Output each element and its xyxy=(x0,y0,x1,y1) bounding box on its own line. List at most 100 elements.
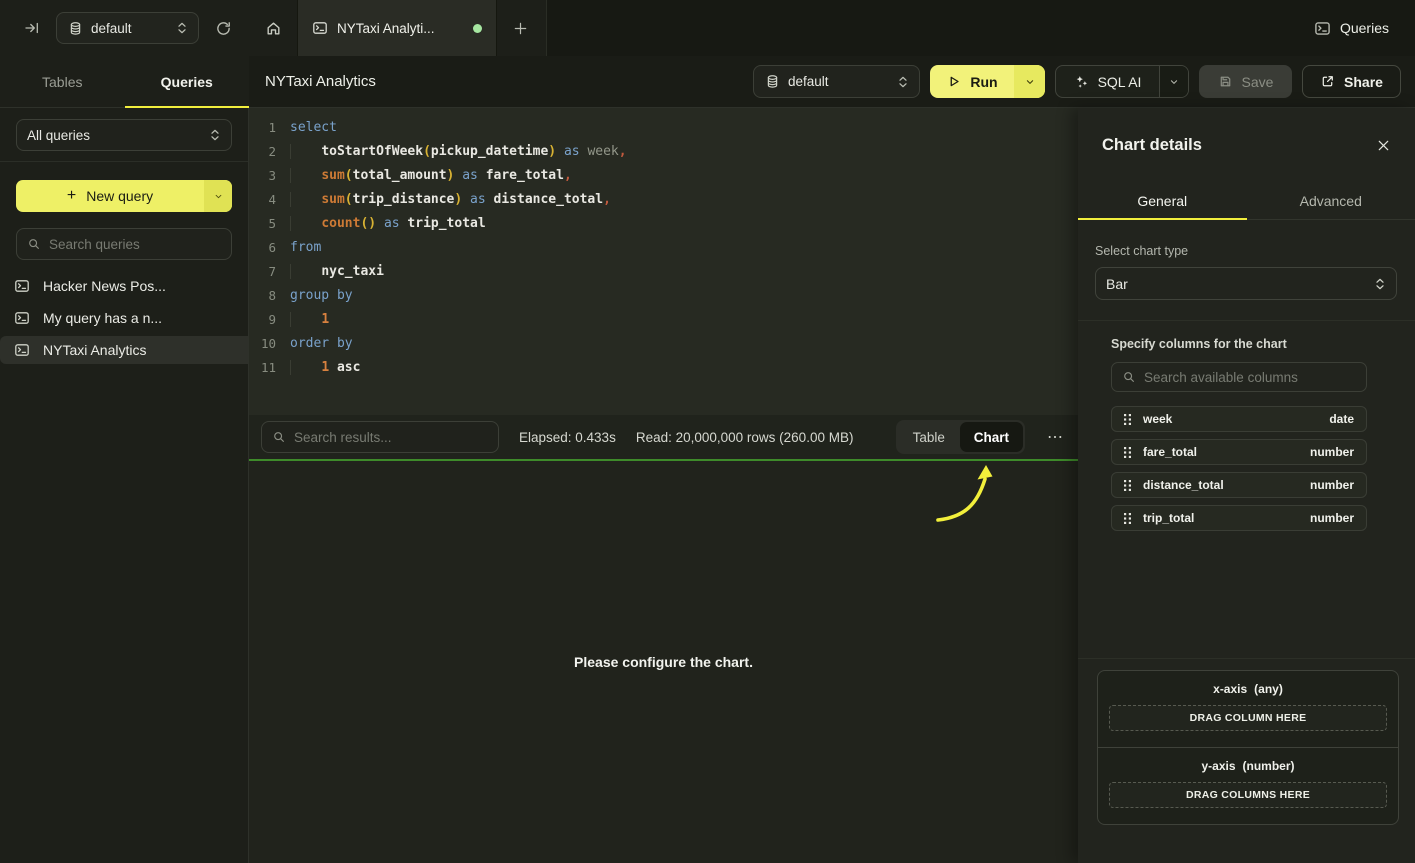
tab-advanced-label: Advanced xyxy=(1300,193,1362,209)
connection-select[interactable]: default xyxy=(56,12,199,44)
share-button[interactable]: Share xyxy=(1302,65,1401,98)
terminal-icon xyxy=(14,310,30,326)
columns-search[interactable] xyxy=(1111,362,1367,392)
columns-section-label: Specify columns for the chart xyxy=(1111,337,1367,351)
refresh-icon[interactable] xyxy=(211,16,235,40)
drag-handle-icon[interactable] xyxy=(1123,479,1132,492)
query-item-label: NYTaxi Analytics xyxy=(43,342,146,358)
tab-queries-label: Queries xyxy=(161,74,213,90)
sidebar-item-query[interactable]: Hacker News Pos... xyxy=(0,272,248,300)
code-line: 6from xyxy=(249,236,1078,260)
run-options-caret[interactable] xyxy=(1014,65,1045,98)
column-type: date xyxy=(1329,412,1354,426)
code-text: nyc_taxi xyxy=(290,260,384,284)
terminal-icon xyxy=(14,278,30,294)
home-tab[interactable] xyxy=(249,0,297,56)
sql-ai-main[interactable]: SQL AI xyxy=(1056,66,1159,97)
close-icon[interactable] xyxy=(1376,138,1391,153)
terminal-icon xyxy=(312,20,328,36)
results-search[interactable] xyxy=(261,421,499,453)
view-tab-chart-label: Chart xyxy=(974,430,1009,445)
panel-tabs: General Advanced xyxy=(1078,182,1415,220)
top-bar-right: Queries xyxy=(546,0,1415,56)
collapse-sidebar-icon[interactable] xyxy=(20,16,44,40)
x-axis-drop-label: DRAG COLUMN HERE xyxy=(1190,712,1307,724)
x-axis-section: x-axis (any) DRAG COLUMN HERE xyxy=(1098,671,1398,748)
new-query-button[interactable]: + New query xyxy=(16,180,232,212)
query-item-label: My query has a n... xyxy=(43,310,162,326)
more-options-icon[interactable]: ⋯ xyxy=(1045,427,1064,447)
code-line: 10order by xyxy=(249,332,1078,356)
chevron-updown-icon xyxy=(897,75,909,89)
code-lines: 1select2 toStartOfWeek(pickup_datetime) … xyxy=(249,116,1078,380)
code-line: 2 toStartOfWeek(pickup_datetime) as week… xyxy=(249,140,1078,164)
query-search[interactable] xyxy=(16,228,232,260)
code-line: 7 nyc_taxi xyxy=(249,260,1078,284)
sidebar-item-query[interactable]: My query has a n... xyxy=(0,304,248,332)
new-tab-button[interactable] xyxy=(497,0,543,56)
sql-ai-caret[interactable] xyxy=(1159,66,1188,97)
share-button-label: Share xyxy=(1344,74,1383,90)
drag-handle-icon[interactable] xyxy=(1123,446,1132,459)
chart-type-label: Select chart type xyxy=(1095,244,1397,258)
y-axis-section: y-axis (number) DRAG COLUMNS HERE xyxy=(1098,748,1398,824)
chevron-updown-icon xyxy=(176,21,188,35)
line-number: 10 xyxy=(249,332,276,356)
results-search-input[interactable] xyxy=(294,430,488,445)
panel-title: Chart details xyxy=(1102,136,1202,155)
view-tab-chart[interactable]: Chart xyxy=(960,422,1023,452)
column-row[interactable]: weekdate xyxy=(1111,406,1367,432)
chart-details-panel: Chart details General Advanced Select ch… xyxy=(1078,108,1415,863)
save-button[interactable]: Save xyxy=(1199,65,1292,98)
tab-advanced[interactable]: Advanced xyxy=(1247,182,1415,219)
column-row[interactable]: trip_totalnumber xyxy=(1111,505,1367,531)
column-row[interactable]: fare_totalnumber xyxy=(1111,439,1367,465)
code-text: 1 xyxy=(290,308,329,332)
line-number: 3 xyxy=(249,164,276,188)
line-number: 6 xyxy=(249,236,276,260)
query-filter-select[interactable]: All queries xyxy=(16,119,232,151)
x-axis-type-hint: (any) xyxy=(1254,682,1283,696)
connection-value: default xyxy=(91,21,168,36)
y-axis-drop-zone[interactable]: DRAG COLUMNS HERE xyxy=(1109,782,1387,808)
search-icon xyxy=(1122,370,1136,384)
tab-tables[interactable]: Tables xyxy=(0,56,125,107)
query-search-input[interactable] xyxy=(49,237,221,252)
new-query-caret[interactable] xyxy=(204,180,232,212)
terminal-icon xyxy=(1314,20,1331,37)
run-button-main[interactable]: Run xyxy=(930,65,1014,98)
code-text: count() as trip_total xyxy=(290,212,486,236)
code-line: 1select xyxy=(249,116,1078,140)
run-button[interactable]: Run xyxy=(930,65,1045,98)
code-text: toStartOfWeek(pickup_datetime) as week, xyxy=(290,140,627,164)
run-connection-select[interactable]: default xyxy=(753,65,920,98)
tab-queries[interactable]: Queries xyxy=(125,56,250,107)
queries-nav-button[interactable]: Queries xyxy=(1314,20,1389,37)
code-line: 4 sum(trip_distance) as distance_total, xyxy=(249,188,1078,212)
chart-type-select[interactable]: Bar xyxy=(1095,267,1397,300)
columns-section: Specify columns for the chart weekdate fa… xyxy=(1078,321,1415,658)
tab-strip: NYTaxi Analyti... xyxy=(249,0,543,56)
query-tab[interactable]: NYTaxi Analyti... xyxy=(297,0,497,56)
columns-search-input[interactable] xyxy=(1144,370,1356,385)
line-number: 11 xyxy=(249,356,276,380)
sql-ai-button[interactable]: SQL AI xyxy=(1055,65,1189,98)
column-row[interactable]: distance_totalnumber xyxy=(1111,472,1367,498)
new-query-main[interactable]: + New query xyxy=(16,180,204,212)
divider xyxy=(0,161,248,162)
drag-handle-icon[interactable] xyxy=(1123,512,1132,525)
sql-editor[interactable]: 1select2 toStartOfWeek(pickup_datetime) … xyxy=(249,108,1078,415)
column-type: number xyxy=(1310,511,1354,525)
line-number: 4 xyxy=(249,188,276,212)
axis-config: x-axis (any) DRAG COLUMN HERE y-axis (nu… xyxy=(1097,670,1399,825)
view-tab-table[interactable]: Table xyxy=(898,422,960,452)
header-controls: default Run xyxy=(753,65,1401,98)
elapsed-time: Elapsed: 0.433s xyxy=(519,430,616,445)
x-axis-drop-zone[interactable]: DRAG COLUMN HERE xyxy=(1109,705,1387,731)
view-toggle: Table Chart xyxy=(896,420,1025,454)
sidebar-item-query[interactable]: NYTaxi Analytics xyxy=(0,336,248,364)
top-bar: default NYTaxi Analyti... xyxy=(0,0,1415,56)
tab-general[interactable]: General xyxy=(1078,182,1247,219)
code-text: sum(total_amount) as fare_total, xyxy=(290,164,572,188)
drag-handle-icon[interactable] xyxy=(1123,413,1132,426)
